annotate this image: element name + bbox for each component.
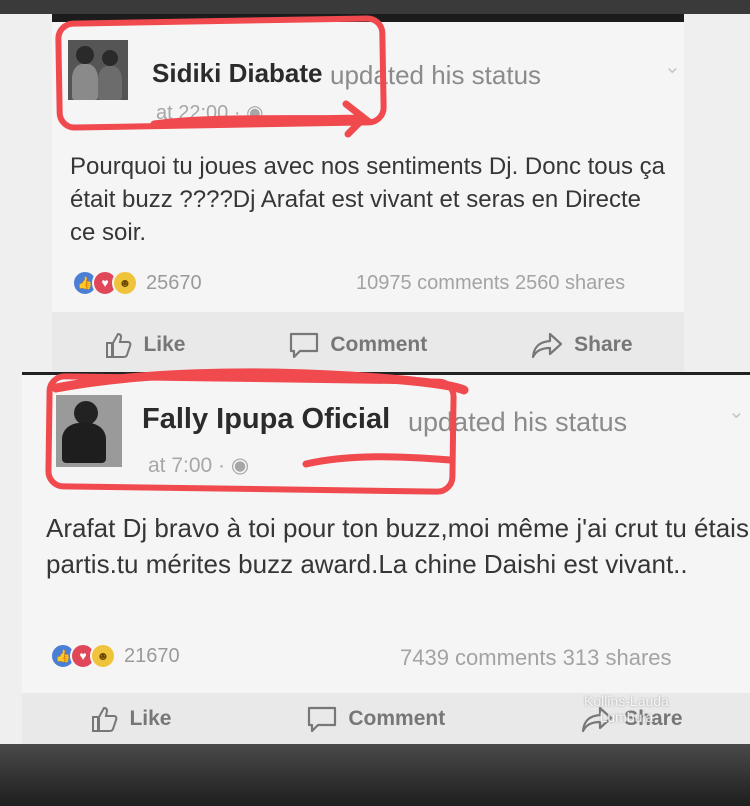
reactions-summary[interactable]: 👍 ♥ ☻ 21670 [50,643,180,669]
highlight-scribble-2b [302,453,454,468]
shares-count[interactable]: 313 shares [563,645,672,670]
shares-count[interactable]: 2560 shares [515,272,625,294]
highlight-arrow-1 [150,100,374,138]
comment-label: Comment [348,707,446,730]
post-text: Pourquoi tu joues avec nos sentiments Dj… [70,153,665,247]
comment-label: Comment [330,333,428,356]
share-button[interactable]: Share [530,330,633,360]
comment-button[interactable]: Comment [288,330,427,360]
reactions-summary[interactable]: 👍 ♥ ☻ 25670 [72,270,202,296]
comments-shares[interactable]: 7439 comments 313 shares [400,645,672,671]
wow-reaction-icon: ☻ [112,270,138,296]
thumbs-up-icon [92,706,118,732]
top-dark-bar [0,0,750,14]
post-text: Arafat Dj bravo à toi pour ton buzz,moi … [46,513,749,579]
thumbs-up-icon [106,332,132,358]
like-label: Like [129,707,172,730]
share-arrow-icon [532,332,563,359]
comment-bubble-icon [290,332,319,359]
comment-bubble-icon [308,706,337,733]
chevron-down-icon[interactable]: ⌄ [664,54,681,79]
comments-count[interactable]: 10975 comments [356,272,509,294]
watermark: Kollins-Lauda Lumbula [584,693,669,725]
like-button[interactable]: Like [103,330,185,360]
reaction-count: 21670 [124,644,180,667]
comments-shares[interactable]: 10975 comments 2560 shares [356,272,625,295]
feed-screen: Sidiki Diabate updated his status at 22:… [0,14,750,745]
chevron-down-icon[interactable]: ⌄ [728,399,745,424]
bottom-dark-bar [0,744,750,806]
like-label: Like [143,333,186,356]
share-label: Share [574,333,633,356]
comment-button[interactable]: Comment [306,704,445,734]
like-button[interactable]: Like [89,704,171,734]
comments-count[interactable]: 7439 comments [400,645,557,670]
reaction-count: 25670 [146,271,202,294]
wow-reaction-icon: ☻ [90,643,116,669]
highlight-scribble-2 [51,368,469,395]
